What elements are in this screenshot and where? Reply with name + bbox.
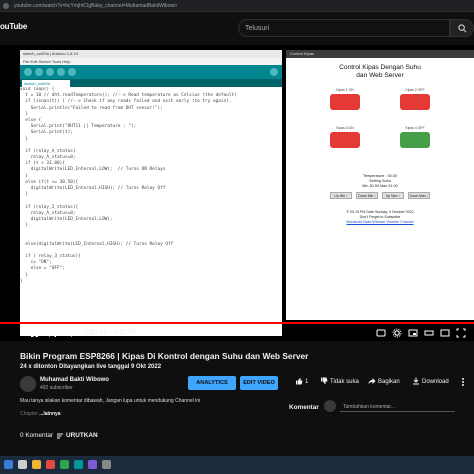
theater-mode-icon[interactable]	[424, 328, 434, 338]
title-line-1: Control Kipas Dengan Suhu	[339, 64, 421, 71]
site-info-icon[interactable]	[3, 3, 9, 9]
time-display: 2:50:12 / 3:11:00	[84, 329, 137, 336]
page-title: Control Kipas Dengan Suhu dan Web Server	[286, 64, 474, 80]
setpoint-button: Down Max ↓	[408, 192, 430, 199]
channel-link: Muhamad Bakti Wibowo Youtube Channel	[346, 220, 414, 224]
progress-played	[0, 322, 288, 324]
fan-label: Kipas 3 ON	[336, 126, 354, 130]
volume-icon[interactable]	[66, 328, 76, 338]
comments-heading: Komentar	[289, 404, 319, 411]
setpoint-button: Down Min ↓	[356, 192, 378, 199]
progress-buffered	[288, 322, 474, 324]
video-description: Mau tanya silakan komentar dibawah, Jang…	[20, 398, 201, 404]
verify-icon	[24, 68, 32, 76]
search-input[interactable]: Telusuri	[238, 19, 450, 37]
thumbs-up-icon	[296, 378, 303, 385]
subscriber-count: 492 subscriber	[40, 385, 73, 391]
setpoint-button: Up Max ↑	[382, 192, 404, 199]
fan-label: Kipas 1 ON	[336, 88, 354, 92]
os-taskbar	[0, 456, 474, 474]
miniplayer-icon[interactable]	[408, 328, 418, 338]
arduino-ide-window: sketch_oct09a | Arduino 1.8.19 File Edit…	[20, 50, 282, 336]
ide-toolbar	[20, 65, 282, 79]
taskbar-app-icon[interactable]	[74, 460, 83, 469]
thumbs-down-icon	[321, 377, 328, 385]
like-count: 1	[305, 379, 309, 385]
search-button[interactable]	[450, 19, 474, 37]
fan-label: Kipas 2 OFF	[405, 88, 425, 92]
download-button[interactable]: Download	[412, 377, 449, 387]
dislike-button[interactable]: Tidak suka	[320, 377, 359, 387]
title-line-2: dan Web Server	[356, 72, 404, 79]
subtitles-icon[interactable]	[376, 328, 386, 338]
page-footer: © 09.15 PM Date Sunday, 9 October 2022 D…	[286, 210, 474, 225]
share-label: Bagikan	[378, 379, 400, 385]
fullscreen-icon[interactable]	[456, 328, 466, 338]
browser-address-bar[interactable]: youtube.com/watch?v=hcYmjhtCIgBaby_chann…	[0, 0, 474, 12]
ide-menubar: File Edit Sketch Tools Help	[20, 58, 282, 65]
url-text: youtube.com/watch?v=hcYmjhtCIgBaby_chann…	[14, 3, 177, 9]
comment-input[interactable]: Tambahkan komentar...	[340, 402, 455, 412]
taskbar-app-icon[interactable]	[88, 460, 97, 469]
show-more-link[interactable]: ...lainnya	[39, 411, 60, 417]
taskbar-app-icon[interactable]	[60, 460, 69, 469]
new-icon	[46, 68, 54, 76]
settings-icon[interactable]	[392, 328, 402, 338]
taskbar-app-icon[interactable]	[46, 460, 55, 469]
channel-name[interactable]: Muhamad Bakti Wibowo	[40, 377, 109, 383]
setpoint-button: Up Min ↑	[330, 192, 352, 199]
fan-toggle-button	[400, 132, 430, 148]
code-line: }	[20, 278, 23, 284]
download-label: Download	[422, 379, 449, 385]
chapters-label: Chapter	[20, 411, 38, 417]
like-button[interactable]: 1	[295, 377, 308, 387]
more-options-icon[interactable]	[458, 377, 468, 387]
next-icon[interactable]	[48, 328, 57, 338]
ide-tab: sketch_oct09a	[22, 80, 70, 87]
user-avatar	[324, 400, 336, 412]
taskbar-app-icon[interactable]	[32, 460, 41, 469]
cast-icon[interactable]	[440, 328, 450, 338]
start-icon[interactable]	[4, 460, 13, 469]
temperature-info: Temperature : 30.00 Setting Suhu Min 30.…	[286, 174, 474, 189]
video-title: Bikin Program ESP8266 | Kipas Di Kontrol…	[20, 351, 309, 361]
dislike-label: Tidak suka	[330, 379, 359, 385]
taskbar-app-icon[interactable]	[18, 460, 27, 469]
fan-label: Kipas 4 OFF	[405, 126, 425, 130]
search-icon	[458, 24, 467, 33]
ide-titlebar: sketch_oct09a | Arduino 1.8.19	[20, 50, 282, 58]
youtube-logo[interactable]: ouTube	[0, 22, 27, 31]
fan-toggle-button	[330, 132, 360, 148]
browser-tab: Control Kipas	[286, 50, 474, 58]
web-server-page: Control Kipas Control Kipas Dengan Suhu …	[286, 50, 474, 320]
min-max-values: Min 30.50 Max 31.00	[362, 184, 398, 188]
player-controls	[0, 326, 474, 341]
fan-toggle-button	[400, 94, 430, 110]
open-icon	[57, 68, 65, 76]
code-editor: void loop() { t = 10 // dht.readTemperat…	[20, 87, 282, 336]
pause-icon[interactable]	[30, 328, 39, 338]
video-meta: 24 x ditonton Ditayangkan live tanggal 9…	[20, 364, 162, 370]
taskbar-app-icon[interactable]	[102, 460, 111, 469]
comment-count: 0 Komentar	[20, 432, 54, 439]
download-icon	[413, 377, 419, 385]
share-icon	[368, 378, 376, 385]
share-button[interactable]: Bagikan	[368, 377, 400, 387]
sort-button[interactable]: URUTKAN	[66, 432, 98, 439]
analytics-button[interactable]: ANALYTICS	[188, 376, 236, 390]
upload-icon	[35, 68, 43, 76]
edit-video-button[interactable]: EDIT VIDEO	[240, 376, 278, 390]
serial-monitor-icon	[270, 68, 278, 76]
save-icon	[68, 68, 76, 76]
fan-toggle-button	[330, 94, 360, 110]
chapters-row[interactable]: Chapter ...lainnya	[20, 411, 61, 417]
sort-icon[interactable]	[56, 432, 64, 440]
channel-avatar[interactable]	[20, 376, 36, 392]
